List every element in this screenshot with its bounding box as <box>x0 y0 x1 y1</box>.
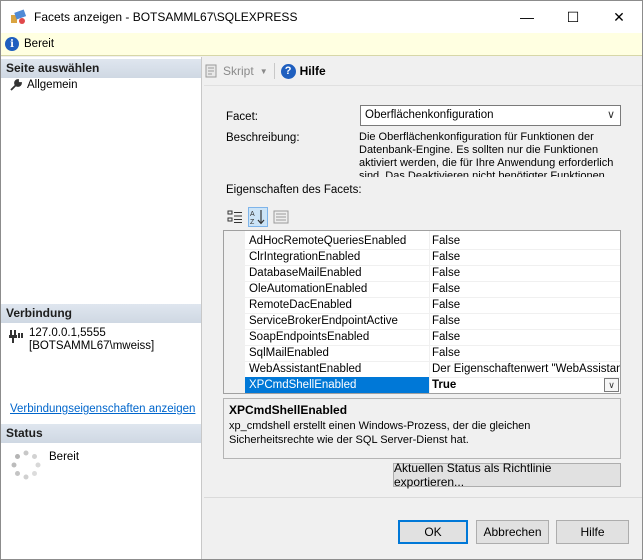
help-label: Hilfe <box>580 525 605 539</box>
property-row[interactable]: SqlMailEnabled False <box>224 345 620 361</box>
property-value: False <box>432 299 461 311</box>
close-icon: ✕ <box>613 8 625 25</box>
progress-spinner-icon <box>11 450 41 480</box>
toolbar-help-button[interactable]: ? Hilfe <box>280 63 326 79</box>
ok-label: OK <box>424 525 442 539</box>
status-text: Bereit <box>49 451 80 463</box>
connection-icon <box>9 330 23 343</box>
property-value: False <box>432 331 461 343</box>
property-row[interactable]: ClrIntegrationEnabled False <box>224 249 620 265</box>
property-value: Der Eigenschaftenwert "WebAssistantEnabl… <box>432 363 620 375</box>
property-name: AdHocRemoteQueriesEnabled <box>249 235 407 247</box>
facet-dropdown[interactable]: Oberflächenkonfiguration ∨ <box>360 105 621 126</box>
property-name: OleAutomationEnabled <box>249 283 368 295</box>
cancel-button[interactable]: Abbrechen <box>476 520 549 544</box>
status-strip: i Bereit <box>1 33 642 56</box>
property-value[interactable]: True <box>431 377 620 393</box>
property-name: ClrIntegrationEnabled <box>249 251 361 263</box>
cancel-label: Abbrechen <box>483 525 542 539</box>
help-panel-title: XPCmdShellEnabled <box>229 403 348 417</box>
export-policy-button[interactable]: Aktuellen Status als Richtlinie exportie… <box>393 461 621 489</box>
connection-info: 127.0.0.1,5555 [BOTSAMML67\mweiss] <box>8 327 154 353</box>
help-icon: ? <box>280 63 296 79</box>
property-pages-icon <box>273 210 289 224</box>
property-grid: AdHocRemoteQueriesEnabled False ClrInteg… <box>223 230 621 394</box>
property-value: False <box>432 315 461 327</box>
info-icon: i <box>5 37 19 51</box>
status-header: Status <box>1 424 201 443</box>
property-row[interactable]: OleAutomationEnabled False <box>224 281 620 297</box>
left-pane: Seite auswählen Allgemein Verbindung 127… <box>1 57 202 559</box>
property-name: SoapEndpointsEnabled <box>249 331 370 343</box>
minimize-icon: — <box>520 9 534 25</box>
title-bar: Facets anzeigen - BOTSAMML67\SQLEXPRESS … <box>1 1 642 33</box>
property-row-selected[interactable]: XPCmdShellEnabled True ∨ <box>224 377 620 393</box>
property-help-panel: XPCmdShellEnabled xp_cmdshell erstellt e… <box>223 398 621 459</box>
toolbar-help-label: Hilfe <box>299 64 326 78</box>
facets-app-icon <box>11 9 26 24</box>
property-row[interactable]: DatabaseMailEnabled False <box>224 265 620 281</box>
property-name: RemoteDacEnabled <box>249 299 352 311</box>
property-value: False <box>432 347 461 359</box>
toolbar-separator <box>273 63 275 79</box>
connection-header: Verbindung <box>1 304 201 323</box>
chevron-down-icon: ∨ <box>606 109 615 121</box>
sort-alphabetical-icon: A Z <box>250 210 265 225</box>
property-row[interactable]: AdHocRemoteQueriesEnabled False <box>224 233 620 249</box>
script-icon <box>205 64 217 78</box>
toolbar: Skript ▼ ? Hilfe <box>204 60 326 82</box>
property-name: WebAssistantEnabled <box>249 363 362 375</box>
toolbar-divider <box>204 85 642 86</box>
property-name: XPCmdShellEnabled <box>245 377 429 393</box>
property-row[interactable]: RemoteDacEnabled False <box>224 297 620 313</box>
chevron-down-icon[interactable]: ∨ <box>604 378 619 392</box>
facet-description: Die Oberflächenkonfiguration für Funktio… <box>359 131 614 177</box>
property-value: False <box>432 235 461 247</box>
connection-server: 127.0.0.1,5555 <box>29 327 106 339</box>
property-name: SqlMailEnabled <box>249 347 329 359</box>
property-pages-button[interactable] <box>271 207 291 227</box>
page-item-label: Allgemein <box>27 79 78 91</box>
status-strip-text: Bereit <box>24 38 55 50</box>
connection-user: [BOTSAMML67\mweiss] <box>29 340 155 352</box>
select-page-header: Seite auswählen <box>1 59 201 78</box>
facet-dropdown-value: Oberflächenkonfiguration <box>365 109 494 121</box>
export-policy-label: Aktuellen Status als Richtlinie exportie… <box>394 461 552 489</box>
description-label: Beschreibung: <box>226 132 300 144</box>
categorized-view-button[interactable] <box>225 207 245 227</box>
maximize-icon: ☐ <box>566 8 580 25</box>
page-item-allgemein[interactable]: Allgemein <box>9 78 78 92</box>
maximize-button[interactable]: ☐ <box>550 1 596 33</box>
facets-dialog: Facets anzeigen - BOTSAMML67\SQLEXPRESS … <box>0 0 643 560</box>
connection-properties-link[interactable]: Verbindungseigenschaften anzeigen <box>10 403 195 415</box>
wrench-icon <box>10 79 22 91</box>
categorized-icon <box>227 210 242 223</box>
svg-text:A: A <box>250 211 255 218</box>
script-button[interactable]: Skript ▼ <box>204 64 274 78</box>
help-panel-description: xp_cmdshell erstellt einen Windows-Proze… <box>229 420 531 446</box>
property-value: False <box>432 267 461 279</box>
help-button[interactable]: Hilfe <box>556 520 629 544</box>
minimize-button[interactable]: — <box>504 1 550 33</box>
ok-button[interactable]: OK <box>398 520 468 544</box>
alphabetical-view-button[interactable]: A Z <box>248 207 268 227</box>
property-value: False <box>432 283 461 295</box>
close-button[interactable]: ✕ <box>596 1 642 33</box>
property-row[interactable]: ServiceBrokerEndpointActive False <box>224 313 620 329</box>
footer-divider <box>204 497 642 498</box>
property-value: False <box>432 251 461 263</box>
script-label: Skript <box>223 64 254 78</box>
property-row[interactable]: SoapEndpointsEnabled False <box>224 329 620 345</box>
properties-label: Eigenschaften des Facets: <box>226 184 362 196</box>
property-name: ServiceBrokerEndpointActive <box>249 315 398 327</box>
property-name: DatabaseMailEnabled <box>249 267 362 279</box>
property-row[interactable]: WebAssistantEnabled Der Eigenschaftenwer… <box>224 361 620 377</box>
property-grid-toolbar: A Z <box>225 206 294 228</box>
facet-label: Facet: <box>226 111 258 123</box>
window-title: Facets anzeigen - BOTSAMML67\SQLEXPRESS <box>34 10 298 24</box>
svg-text:Z: Z <box>250 219 255 225</box>
chevron-down-icon[interactable]: ▼ <box>260 67 268 76</box>
